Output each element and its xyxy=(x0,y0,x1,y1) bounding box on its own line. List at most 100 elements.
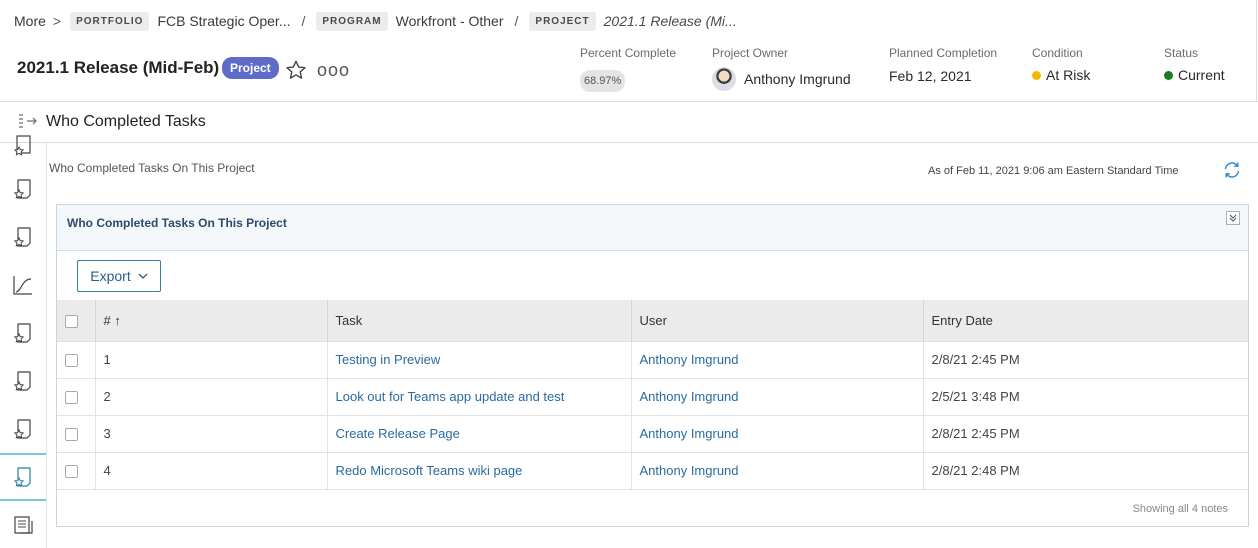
condition-dot-icon xyxy=(1032,70,1041,80)
portfolio-tag: PORTFOLIO xyxy=(70,11,150,31)
row-number: 2 xyxy=(95,377,328,415)
planned-completion-value: Feb 12, 2021 xyxy=(889,68,972,84)
select-all-checkbox[interactable] xyxy=(65,314,78,328)
table-row: 1 Testing in Preview Anthony Imgrund 2/8… xyxy=(57,340,1248,378)
export-button[interactable]: Export xyxy=(77,260,161,292)
breadcrumb: More > PORTFOLIO FCB Strategic Oper... /… xyxy=(14,10,737,32)
row-checkbox[interactable] xyxy=(65,465,78,479)
more-link[interactable]: More xyxy=(14,13,46,29)
select-all-cell xyxy=(57,300,96,341)
entry-date: 2/8/21 2:45 PM xyxy=(923,340,1248,378)
table-row: 3 Create Release Page Anthony Imgrund 2/… xyxy=(57,414,1248,452)
condition-field: Condition At Risk xyxy=(1032,46,1090,83)
table-row: 4 Redo Microsoft Teams wiki page Anthony… xyxy=(57,451,1248,489)
report-icon xyxy=(13,323,31,343)
row-number: 4 xyxy=(95,451,328,489)
user-link[interactable]: Anthony Imgrund xyxy=(640,426,739,441)
task-link[interactable]: Redo Microsoft Teams wiki page xyxy=(336,463,523,478)
panel-title: Who Completed Tasks On This Project xyxy=(67,216,287,230)
as-of-timestamp: As of Feb 11, 2021 9:06 am Eastern Stand… xyxy=(928,165,1179,177)
export-label: Export xyxy=(90,268,131,284)
status-dot-icon xyxy=(1164,70,1173,80)
content-title: Who Completed Tasks On This Project xyxy=(49,161,255,175)
chart-icon xyxy=(13,276,32,295)
report-icon xyxy=(13,371,31,391)
entry-date: 2/8/21 2:45 PM xyxy=(923,414,1248,452)
user-link[interactable]: Anthony Imgrund xyxy=(640,463,739,478)
divider xyxy=(0,142,1258,143)
row-checkbox-cell xyxy=(57,451,96,489)
report-icon xyxy=(13,467,31,487)
section-header: Who Completed Tasks xyxy=(18,112,206,132)
planned-completion-field: Planned Completion Feb 12, 2021 xyxy=(889,46,997,84)
column-header-task[interactable]: Task xyxy=(327,300,632,341)
table-footer-count: Showing all 4 notes xyxy=(1132,503,1228,515)
report-icon xyxy=(13,135,31,156)
status-value[interactable]: Current xyxy=(1178,67,1225,83)
column-header-entry-date[interactable]: Entry Date xyxy=(923,300,1248,341)
task-link[interactable]: Create Release Page xyxy=(336,426,460,441)
rail-item-notes[interactable] xyxy=(0,503,46,547)
report-icon xyxy=(13,227,31,247)
row-checkbox[interactable] xyxy=(65,428,78,442)
panel-header: Who Completed Tasks On This Project xyxy=(57,205,1248,251)
rail-item-report[interactable] xyxy=(0,123,46,167)
rail-item-report[interactable] xyxy=(0,167,46,211)
percent-complete-field: Percent Complete 68.97% xyxy=(580,46,676,92)
rail-item-report-active[interactable] xyxy=(0,453,46,501)
portfolio-link[interactable]: FCB Strategic Oper... xyxy=(157,13,290,29)
row-number: 3 xyxy=(95,414,328,452)
percent-complete-label: Percent Complete xyxy=(580,46,677,60)
rail-item-report[interactable] xyxy=(0,311,46,355)
row-checkbox[interactable] xyxy=(65,354,78,368)
refresh-icon[interactable] xyxy=(1222,160,1242,180)
notes-icon xyxy=(14,516,33,534)
condition-value[interactable]: At Risk xyxy=(1046,67,1090,83)
row-checkbox-cell xyxy=(57,340,96,378)
table-row: 2 Look out for Teams app update and test… xyxy=(57,377,1248,415)
row-number: 1 xyxy=(95,340,328,378)
results-table: # ↑ Task User Entry Date 1 Testing in Pr… xyxy=(57,300,1248,526)
star-icon[interactable] xyxy=(285,59,307,81)
status-field: Status Current xyxy=(1164,46,1225,83)
row-checkbox-cell xyxy=(57,377,96,415)
report-icon xyxy=(13,419,31,439)
column-header-number[interactable]: # ↑ xyxy=(95,300,328,341)
row-checkbox-cell xyxy=(57,414,96,452)
project-tag: PROJECT xyxy=(529,11,596,31)
chevron-down-icon xyxy=(138,273,148,279)
report-panel: Who Completed Tasks On This Project Expo… xyxy=(56,204,1249,527)
page-title: 2021.1 Release (Mid-Feb) xyxy=(17,58,220,77)
project-owner-value[interactable]: Anthony Imgrund xyxy=(744,71,851,87)
user-link[interactable]: Anthony Imgrund xyxy=(640,389,739,404)
rail-item-report[interactable] xyxy=(0,215,46,259)
project-type-badge: Project xyxy=(222,57,279,79)
more-options-icon[interactable]: ooo xyxy=(317,60,350,81)
breadcrumb-separator: / xyxy=(301,13,306,29)
condition-label: Condition xyxy=(1032,46,1083,60)
section-title: Who Completed Tasks xyxy=(46,113,206,130)
chevron-right-icon: > xyxy=(52,13,62,29)
column-header-user[interactable]: User xyxy=(631,300,924,341)
rail-item-report[interactable] xyxy=(0,359,46,403)
collapse-icon[interactable] xyxy=(1226,211,1240,225)
project-breadcrumb-current: 2021.1 Release (Mi... xyxy=(603,13,737,29)
percent-complete-value: 68.97% xyxy=(580,70,626,92)
rail-item-report[interactable] xyxy=(0,407,46,451)
status-label: Status xyxy=(1164,46,1199,60)
breadcrumb-separator: / xyxy=(514,13,519,29)
divider xyxy=(1256,0,1257,101)
task-link[interactable]: Testing in Preview xyxy=(336,352,441,367)
rail-item-chart[interactable] xyxy=(0,263,46,307)
entry-date: 2/8/21 2:48 PM xyxy=(923,451,1248,489)
task-link[interactable]: Look out for Teams app update and test xyxy=(336,389,565,404)
avatar[interactable] xyxy=(712,67,736,91)
row-checkbox[interactable] xyxy=(65,391,78,405)
entry-date: 2/5/21 3:48 PM xyxy=(923,377,1248,415)
planned-completion-label: Planned Completion xyxy=(889,46,998,60)
divider xyxy=(0,101,1258,102)
project-owner-label: Project Owner xyxy=(712,46,789,60)
table-header-row: # ↑ Task User Entry Date xyxy=(57,300,1248,341)
program-link[interactable]: Workfront - Other xyxy=(396,13,504,29)
user-link[interactable]: Anthony Imgrund xyxy=(640,352,739,367)
